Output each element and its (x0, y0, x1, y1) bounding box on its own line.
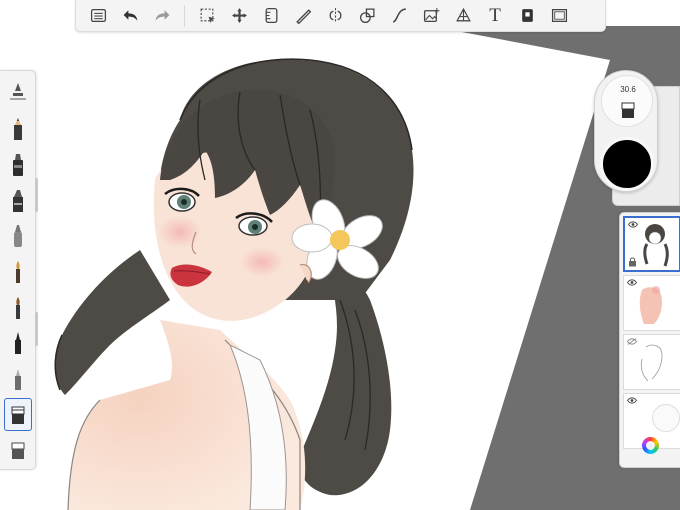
artwork-illustration (54, 58, 414, 510)
brush-airbrush-icon[interactable] (4, 220, 32, 254)
layer-thumbnail-1[interactable] (623, 216, 680, 272)
list-icon[interactable] (82, 2, 114, 30)
transform-icon[interactable] (223, 2, 255, 30)
ruler-icon[interactable] (255, 2, 287, 30)
brush-puck[interactable]: 30.6 (594, 70, 658, 192)
layer-thumbnail-2[interactable] (623, 275, 680, 331)
brush-eraser-icon[interactable] (3, 397, 32, 432)
brush-chisel-icon[interactable] (4, 184, 32, 218)
brush-blender-icon[interactable] (4, 362, 32, 396)
layer-2-preview (639, 286, 662, 324)
frame-icon[interactable] (543, 2, 575, 30)
selection-icon[interactable] (191, 2, 223, 30)
top-toolbar: T (75, 0, 606, 32)
brush-marker-icon[interactable] (4, 148, 32, 182)
layer-4-preview (652, 404, 680, 432)
brush-paintbrush-icon[interactable] (4, 255, 32, 289)
brush-wet-icon[interactable] (4, 291, 32, 325)
text-icon[interactable]: T (479, 2, 511, 30)
brush-pencil-icon[interactable] (4, 113, 32, 147)
add-image-icon[interactable] (415, 2, 447, 30)
perspective-icon[interactable] (447, 2, 479, 30)
redo-icon[interactable] (146, 2, 178, 30)
brush-palette-handle-top[interactable] (35, 178, 38, 212)
brush-size-control[interactable]: 30.6 (601, 75, 653, 127)
brush-size-value: 30.6 (620, 85, 636, 94)
layer-3-preview (640, 344, 663, 382)
eye-icon[interactable] (627, 397, 637, 404)
curve-icon[interactable] (383, 2, 415, 30)
stroke-icon[interactable] (287, 2, 319, 30)
lock-icon[interactable] (628, 257, 637, 267)
layers-panel (619, 212, 680, 468)
shape-icon[interactable] (351, 2, 383, 30)
current-brush-icon (621, 102, 635, 118)
undo-icon[interactable] (114, 2, 146, 30)
copic-icon[interactable] (511, 2, 543, 30)
brush-ink-icon[interactable] (4, 326, 32, 360)
brush-palette-handle-bottom[interactable] (35, 312, 38, 346)
brush-palette (0, 70, 36, 470)
color-wheel-icon[interactable] (642, 437, 659, 454)
toolbar-separator (184, 4, 185, 27)
current-color-swatch[interactable] (600, 137, 654, 191)
brush-eraser-alt-icon[interactable] (4, 433, 32, 467)
symmetry-icon[interactable] (319, 2, 351, 30)
brush-ballpoint-icon[interactable] (4, 77, 32, 111)
layer-thumbnail-3[interactable] (623, 334, 680, 390)
